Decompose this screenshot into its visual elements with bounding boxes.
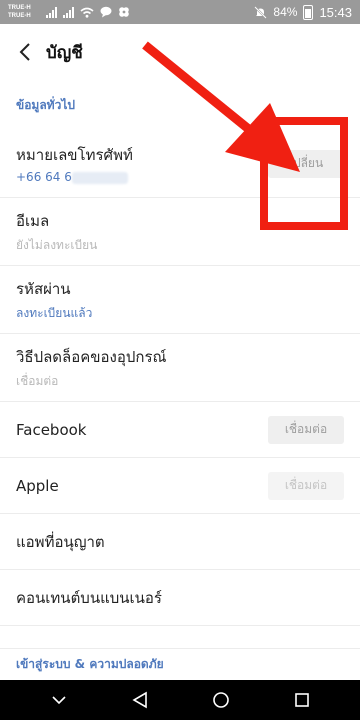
- nav-home-button[interactable]: [201, 680, 241, 720]
- row-password-value: ลงทะเบียนแล้ว: [16, 305, 93, 320]
- row-password-title: รหัสผ่าน: [16, 279, 71, 298]
- section-general-label: ข้อมูลทั่วไป: [16, 97, 75, 112]
- triangle-back-icon: [131, 691, 147, 709]
- signal-2-icon: [63, 6, 74, 18]
- app-header: บัญชี: [0, 24, 360, 80]
- row-facebook[interactable]: Facebook เชื่อมต่อ: [0, 402, 360, 458]
- status-bar: TRUE-H TRUE-H 84% 15:43: [0, 0, 360, 24]
- section-security-label: เข้าสู่ระบบ & ความปลอดภัย: [0, 648, 360, 680]
- row-apple-title: Apple: [16, 476, 59, 495]
- mute-bell-icon: [254, 5, 268, 19]
- row-banner-content-title: คอนเทนต์บนแบนเนอร์: [16, 588, 162, 607]
- battery-icon: [303, 4, 314, 20]
- row-unlock-title: วิธีปลดล็อคของอุปกรณ์: [16, 347, 167, 366]
- row-phone-title: หมายเลขโทรศัพท์: [16, 146, 133, 164]
- row-unlock-value: เชื่อมต่อ: [16, 373, 59, 388]
- wifi-icon: [80, 7, 94, 18]
- connect-facebook-button[interactable]: เชื่อมต่อ: [268, 415, 344, 444]
- row-device-unlock[interactable]: วิธีปลดล็อคของอุปกรณ์ เชื่อมต่อ: [0, 334, 360, 402]
- connect-apple-button[interactable]: เชื่อมต่อ: [268, 471, 344, 500]
- carrier-labels: TRUE-H TRUE-H: [8, 4, 42, 20]
- row-phone-number[interactable]: หมายเลขโทรศัพท์ +66 64 6 เปลี่ยน: [0, 130, 360, 198]
- back-button[interactable]: [0, 24, 46, 80]
- row-apple[interactable]: Apple เชื่อมต่อ: [0, 458, 360, 514]
- redacted-blur: [71, 171, 128, 184]
- pinwheel-icon: [119, 7, 129, 17]
- nav-recents-button[interactable]: [282, 680, 322, 720]
- clock: 15:43: [319, 4, 352, 20]
- row-permitted-apps[interactable]: แอพที่อนุญาต: [0, 514, 360, 570]
- change-phone-button[interactable]: เปลี่ยน: [268, 149, 344, 178]
- carrier-2: TRUE-H: [8, 13, 31, 19]
- row-facebook-title: Facebook: [16, 420, 87, 439]
- row-email-title: อีเมล: [16, 211, 50, 230]
- system-nav-bar: [0, 680, 360, 720]
- square-recents-icon: [294, 693, 309, 707]
- chevron-down-icon: [51, 696, 66, 705]
- circle-home-icon: [212, 692, 229, 708]
- nav-back-button[interactable]: [120, 680, 160, 720]
- row-banner-content[interactable]: คอนเทนต์บนแบนเนอร์: [0, 570, 360, 626]
- chevron-left-icon: [19, 43, 30, 61]
- page-title: บัญชี: [46, 42, 83, 63]
- row-phone-value: +66 64 6: [16, 170, 133, 184]
- battery-percent: 84%: [273, 5, 298, 19]
- carrier-1: TRUE-H: [8, 5, 31, 11]
- nav-hide-button[interactable]: [39, 680, 79, 720]
- row-permitted-apps-title: แอพที่อนุญาต: [16, 532, 105, 551]
- row-email[interactable]: อีเมล ยังไม่ลงทะเบียน: [0, 198, 360, 266]
- chat-bubble-icon: [100, 6, 112, 18]
- row-email-value: ยังไม่ลงทะเบียน: [16, 237, 98, 252]
- row-password[interactable]: รหัสผ่าน ลงทะเบียนแล้ว: [0, 266, 360, 334]
- signal-icon: [46, 6, 57, 18]
- account-settings-list: ข้อมูลทั่วไป หมายเลขโทรศัพท์ +66 64 6 เป…: [0, 80, 360, 626]
